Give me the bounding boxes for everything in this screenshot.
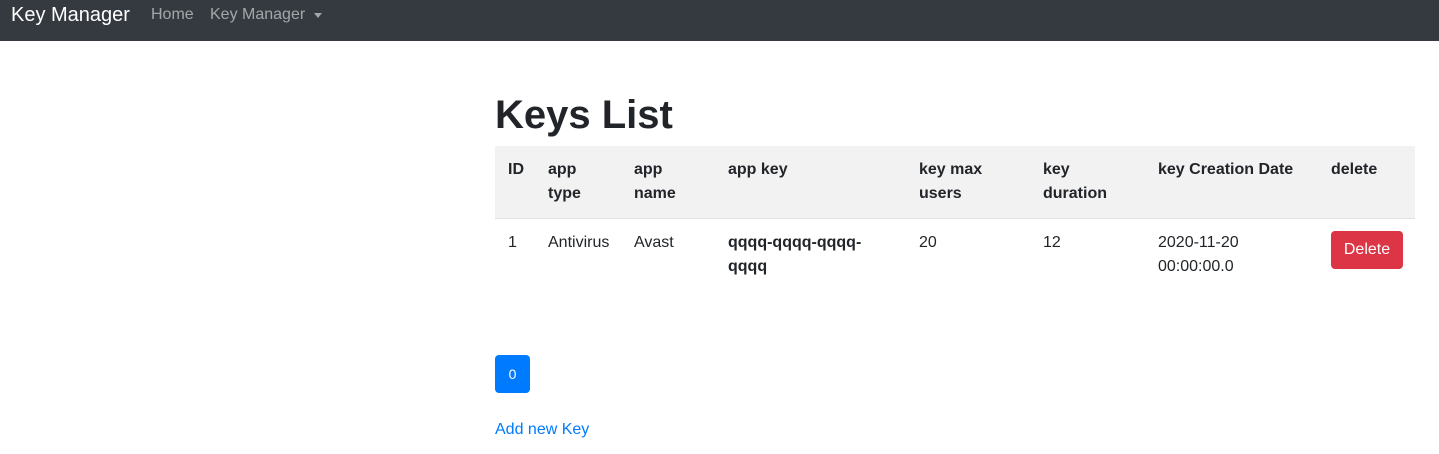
pagination-page-button[interactable]: 0 — [495, 355, 530, 393]
nav-key-manager-dropdown[interactable]: Key Manager — [210, 5, 323, 25]
add-new-key-link[interactable]: Add new Key — [495, 419, 589, 441]
header-delete: delete — [1331, 161, 1378, 178]
cell-max-users: 20 — [919, 234, 937, 251]
cell-duration: 12 — [1043, 234, 1061, 251]
header-key-duration: key duration — [1043, 161, 1107, 202]
nav-dropdown-label: Key Manager — [210, 6, 306, 23]
header-app-type: app type — [548, 161, 581, 202]
cell-id: 1 — [508, 234, 517, 251]
cell-app-type: Antivirus — [548, 234, 610, 251]
delete-button[interactable]: Delete — [1331, 231, 1403, 269]
cell-creation-date: 2020-11-20 00:00:00.0 — [1158, 234, 1239, 275]
header-id: ID — [508, 161, 524, 178]
header-key-max-users: key max users — [919, 161, 983, 202]
nav-home-link[interactable]: Home — [151, 5, 194, 25]
header-app-key: app key — [728, 161, 788, 178]
navbar: Key Manager Home Key Manager — [0, 0, 1439, 41]
brand-link[interactable]: Key Manager — [11, 3, 130, 27]
caret-down-icon — [314, 13, 323, 18]
header-app-name: app name — [634, 161, 676, 202]
header-key-creation-date: key Creation Date — [1158, 161, 1294, 178]
page-title: Keys List — [495, 93, 673, 137]
cell-app-name: Avast — [634, 234, 674, 251]
cell-app-key: qqqq-qqqq-qqqq-qqqq — [728, 234, 862, 275]
